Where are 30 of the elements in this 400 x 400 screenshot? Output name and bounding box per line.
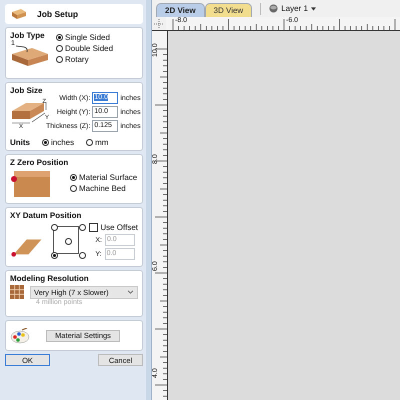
- section-heading: Modeling Resolution: [10, 274, 89, 283]
- use-offset-checkbox[interactable]: Use Offset: [89, 223, 138, 232]
- radio-option[interactable]: Machine Bed: [70, 184, 138, 193]
- section-heading: XY Datum Position: [10, 211, 82, 220]
- datum-point-radio[interactable]: [51, 252, 58, 259]
- radio-option[interactable]: Single Sided: [56, 33, 114, 42]
- view-tab[interactable]: 2D View: [156, 3, 205, 17]
- datum-point-radio[interactable]: [65, 238, 72, 245]
- section-heading: Z Zero Position: [10, 158, 68, 167]
- layer-dropdown[interactable]: Layer 1: [269, 4, 316, 13]
- grid-tiles-icon: [10, 285, 24, 299]
- radio-option[interactable]: Rotary: [56, 55, 114, 64]
- radio-option[interactable]: Material Surface: [70, 173, 138, 182]
- radio-option[interactable]: mm: [86, 138, 108, 147]
- section-heading: Job Type: [10, 31, 46, 40]
- datum-point-radio[interactable]: [79, 252, 86, 259]
- wood-block-icon: [11, 8, 27, 20]
- chevron-down-icon: [127, 290, 134, 294]
- palette-icon: [10, 328, 30, 344]
- section-heading: Job Size: [10, 86, 44, 95]
- datum-point-radio[interactable]: [51, 224, 58, 231]
- panel-title: Job Setup: [37, 9, 78, 19]
- caret-icon: [310, 6, 316, 10]
- radio-option[interactable]: Double Sided: [56, 44, 114, 53]
- layer-disc-icon: [269, 4, 278, 13]
- datum-point-radio[interactable]: [79, 224, 86, 231]
- view-tab[interactable]: 3D View: [204, 3, 252, 17]
- radio-option[interactable]: inches: [42, 138, 74, 147]
- ruler-corner-icon: [152, 18, 166, 30]
- units-label: Units: [10, 138, 30, 147]
